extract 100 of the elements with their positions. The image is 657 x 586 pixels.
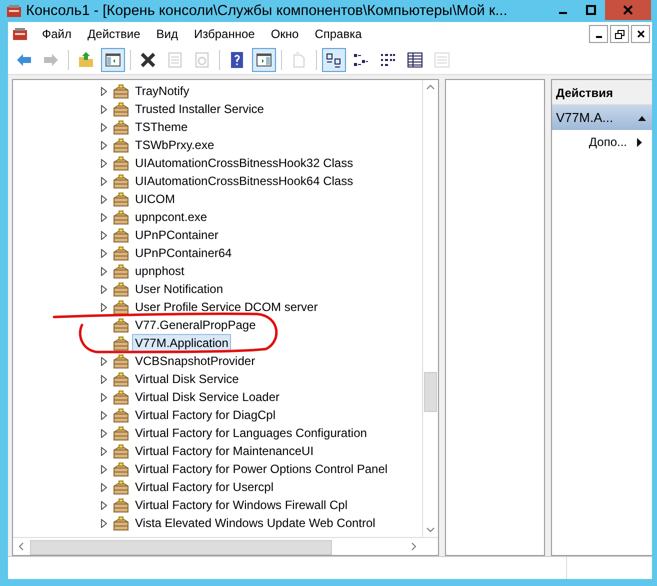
expand-arrow-icon[interactable] xyxy=(101,140,107,150)
package-icon xyxy=(113,408,129,422)
tree-button[interactable] xyxy=(101,48,125,72)
scrollbar-thumb[interactable] xyxy=(424,372,437,412)
menu-item[interactable]: Справка xyxy=(306,25,370,43)
expand-arrow-icon[interactable] xyxy=(101,284,107,294)
list-view-icon xyxy=(379,51,397,69)
tree-item[interactable]: Virtual Factory for Languages Configuration xyxy=(132,424,370,442)
expand-arrow-icon[interactable] xyxy=(101,248,107,258)
close-button[interactable] xyxy=(631,25,650,43)
package-icon xyxy=(113,210,129,224)
tree-item[interactable]: Virtual Disk Service Loader xyxy=(132,388,283,406)
tree-item[interactable]: TSTheme xyxy=(132,118,191,136)
details-view-icon xyxy=(406,51,424,69)
tree-item[interactable]: upnpcont.exe xyxy=(132,208,210,226)
tree-item[interactable]: Vista Elevated Windows Update Web Control xyxy=(132,514,378,532)
package-icon xyxy=(113,156,129,170)
package-icon xyxy=(113,426,129,440)
tree-item[interactable]: TSWbPrxy.exe xyxy=(132,136,218,154)
tree-item[interactable]: Virtual Factory for Usercpl xyxy=(132,478,276,496)
actions-group[interactable]: V77M.A... xyxy=(552,105,652,130)
close-icon xyxy=(622,5,634,15)
tree-item[interactable]: UIAutomationCrossBitnessHook32 Class xyxy=(132,154,356,172)
expand-arrow-icon[interactable] xyxy=(101,518,107,528)
package-icon xyxy=(113,84,129,98)
tree-item[interactable]: User Profile Service DCOM server xyxy=(132,298,321,316)
package-icon xyxy=(113,462,129,476)
actions-header: Действия xyxy=(552,80,652,105)
actionpane-button[interactable] xyxy=(252,48,276,72)
tree-item[interactable]: User Notification xyxy=(132,280,226,298)
restore-button[interactable] xyxy=(610,25,629,43)
expand-arrow-icon[interactable] xyxy=(101,482,107,492)
close-icon xyxy=(636,30,644,38)
tree-item[interactable]: Virtual Factory for DiagCpl xyxy=(132,406,278,424)
restore-icon xyxy=(614,30,624,38)
expand-arrow-icon[interactable] xyxy=(101,410,107,420)
tree-item[interactable]: Trusted Installer Service xyxy=(132,100,267,118)
package-icon xyxy=(113,246,129,260)
expand-arrow-icon[interactable] xyxy=(101,158,107,168)
arrow-right-icon xyxy=(42,51,60,69)
tree-item[interactable]: UPnPContainer64 xyxy=(132,244,235,262)
expand-arrow-icon[interactable] xyxy=(101,122,107,132)
tree-item[interactable]: Virtual Disk Service xyxy=(132,370,242,388)
package-icon xyxy=(113,228,129,242)
menu-item[interactable]: Файл xyxy=(34,25,80,43)
tree-item[interactable]: VCBSnapshotProvider xyxy=(132,352,258,370)
tree-item[interactable]: UICOM xyxy=(132,190,178,208)
expand-arrow-icon[interactable] xyxy=(101,500,107,510)
largeicons-button[interactable] xyxy=(322,48,346,72)
grid-icon xyxy=(433,51,451,69)
package-icon xyxy=(113,444,129,458)
menu-item[interactable]: Избранное xyxy=(186,25,263,43)
expand-arrow-icon[interactable] xyxy=(101,194,107,204)
tree-item[interactable]: Virtual Factory for Windows Firewall Cpl xyxy=(132,496,351,514)
package-icon xyxy=(113,282,129,296)
tree-item[interactable]: TrayNotify xyxy=(132,82,192,100)
tree-item[interactable]: V77M.Application xyxy=(132,334,232,352)
expand-arrow-icon[interactable] xyxy=(101,356,107,366)
package-icon xyxy=(113,390,129,404)
tree-item[interactable]: V77.GeneralPropPage xyxy=(132,316,259,334)
small-icons-icon xyxy=(352,51,370,69)
collapse-icon[interactable] xyxy=(638,114,646,120)
tree-item[interactable]: Virtual Factory for Power Options Control Panel xyxy=(132,460,391,478)
menu-item[interactable]: Действие xyxy=(80,25,148,43)
package-icon xyxy=(113,336,129,350)
expand-arrow-icon[interactable] xyxy=(101,212,107,222)
expand-arrow-icon[interactable] xyxy=(101,428,107,438)
action-item[interactable]: Допо... xyxy=(552,130,652,154)
refresh-icon xyxy=(193,51,211,69)
package-icon xyxy=(113,354,129,368)
expand-arrow-icon[interactable] xyxy=(101,446,107,456)
console-icon xyxy=(12,27,28,41)
expand-arrow-icon[interactable] xyxy=(101,374,107,384)
expand-arrow-icon[interactable] xyxy=(101,104,107,114)
tree-item[interactable]: Virtual Factory for MaintenanceUI xyxy=(132,442,317,460)
expand-arrow-icon[interactable] xyxy=(101,392,107,402)
scrollbar-thumb[interactable] xyxy=(30,540,332,555)
submenu-arrow-icon xyxy=(637,138,642,146)
package-icon xyxy=(113,480,129,494)
maximize-icon xyxy=(586,5,596,15)
expand-arrow-icon[interactable] xyxy=(101,266,107,276)
window-title: Консоль1 - [Корень консоли\Службы компонентов\Компьютеры\Мой к... xyxy=(26,3,508,19)
expand-arrow-icon[interactable] xyxy=(101,230,107,240)
tree-item[interactable]: upnphost xyxy=(132,262,188,280)
package-icon xyxy=(113,498,129,512)
panel-toggle-icon xyxy=(255,51,273,69)
package-icon xyxy=(113,516,129,530)
menu-item[interactable]: Окно xyxy=(262,25,307,43)
expand-arrow-icon[interactable] xyxy=(101,302,107,312)
expand-arrow-icon[interactable] xyxy=(101,176,107,186)
package-icon xyxy=(113,174,129,188)
expand-arrow-icon[interactable] xyxy=(101,86,107,96)
menu-item[interactable]: Вид xyxy=(148,25,186,43)
package-icon xyxy=(113,300,129,314)
package-icon xyxy=(113,138,129,152)
minimize-button[interactable] xyxy=(589,25,608,43)
minimize-icon xyxy=(559,12,567,14)
tree-item[interactable]: UPnPContainer xyxy=(132,226,222,244)
tree-item[interactable]: UIAutomationCrossBitnessHook64 Class xyxy=(132,172,356,190)
expand-arrow-icon[interactable] xyxy=(101,464,107,474)
